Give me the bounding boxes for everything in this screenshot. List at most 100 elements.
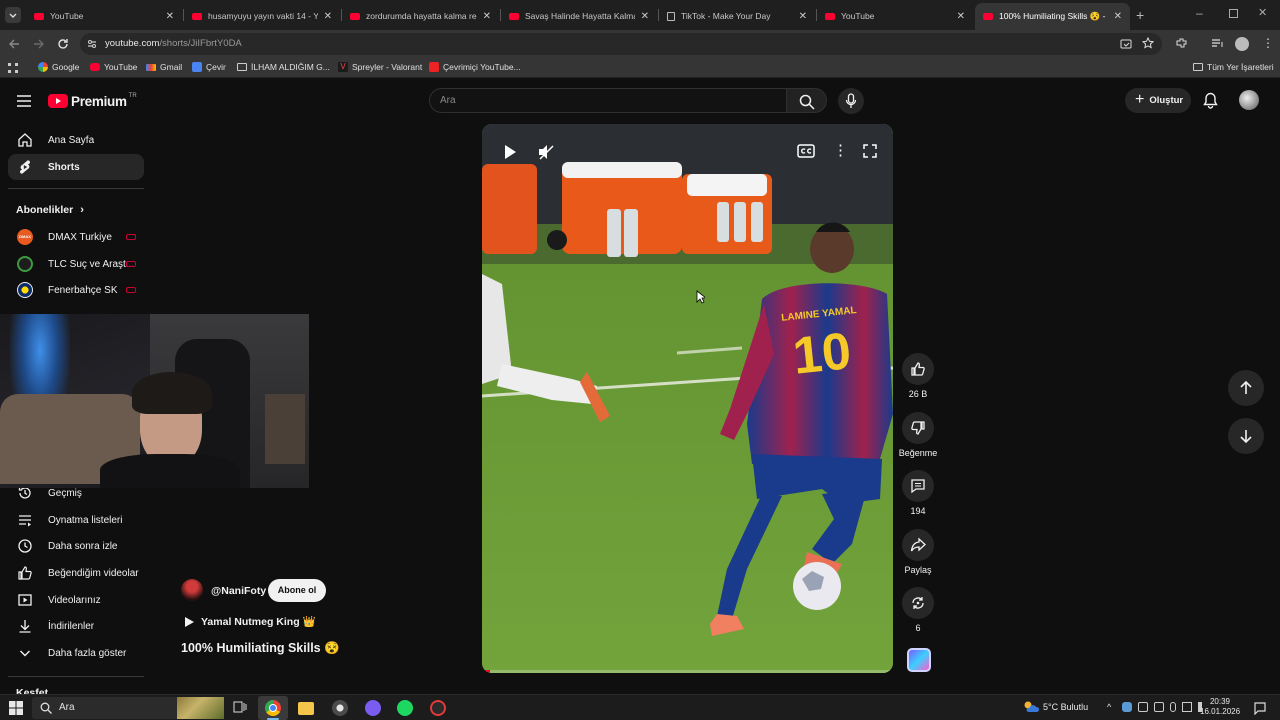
tab-search-button[interactable] <box>5 7 21 23</box>
sidebar-subscription-fenerbahce[interactable]: Fenerbahçe SK <box>8 277 144 303</box>
next-short-button[interactable] <box>1228 418 1264 454</box>
show-hidden-icons[interactable]: ^ <box>1107 702 1111 712</box>
channel-avatar[interactable] <box>181 579 203 601</box>
clock[interactable]: 20:39 16.01.2026 <box>1200 697 1240 717</box>
notifications-bell-icon[interactable] <box>1203 92 1218 109</box>
create-button[interactable]: + Oluştur <box>1125 88 1191 113</box>
close-window-button[interactable]: ✕ <box>1258 6 1267 19</box>
search-highlight-image <box>177 697 224 719</box>
youtube-icon <box>509 12 519 20</box>
chevron-down-icon <box>20 650 30 657</box>
sidebar-subscription-tlc[interactable]: TLC Suç ve Araşt... <box>8 251 144 277</box>
cast-icon[interactable] <box>1120 38 1132 50</box>
voice-search-button[interactable] <box>838 88 864 114</box>
sidebar-item-your-videos[interactable]: Videolarınız <box>8 587 144 613</box>
browser-tab[interactable]: TikTok - Make Your Day ✕ <box>659 4 815 28</box>
close-tab-icon[interactable]: ✕ <box>799 11 807 22</box>
close-tab-icon[interactable]: ✕ <box>483 11 491 22</box>
sidebar-subscription-dmax[interactable]: DMAX DMAX Turkiye <box>8 224 144 250</box>
reload-icon[interactable] <box>55 36 71 52</box>
youtube-icon <box>192 12 202 20</box>
windows-start-icon[interactable] <box>9 701 25 717</box>
all-bookmarks[interactable]: Tüm Yer İşaretleri <box>1193 62 1274 72</box>
maximize-button[interactable] <box>1229 9 1238 18</box>
discord-icon[interactable] <box>365 700 381 716</box>
more-options-icon[interactable]: ⋮ <box>833 141 848 159</box>
account-avatar[interactable] <box>1239 90 1259 110</box>
search-button[interactable] <box>786 88 827 113</box>
microphone-icon <box>1170 702 1176 712</box>
browser-tab-active[interactable]: 100% Humiliating Skills 😵 - Yo ✕ <box>975 3 1130 30</box>
app-icon[interactable] <box>332 700 348 716</box>
comments-button[interactable] <box>902 470 934 502</box>
sidebar-item-playlists[interactable]: Oynatma listeleri <box>8 507 144 533</box>
youtube-premium-logo[interactable]: Premium TR <box>48 93 137 109</box>
browser-menu-icon[interactable]: ⋮ <box>1262 36 1274 50</box>
fullscreen-icon[interactable] <box>862 143 878 159</box>
site-info-icon[interactable] <box>86 38 98 50</box>
sidebar-item-liked-videos[interactable]: Beğendiğim videolar <box>8 560 144 586</box>
subscriptions-heading[interactable]: Abonelikler › <box>16 204 84 216</box>
close-tab-icon[interactable]: ✕ <box>641 11 649 22</box>
new-tab-button[interactable]: + <box>1136 7 1144 23</box>
sidebar-item-shorts[interactable]: Shorts <box>8 154 144 180</box>
close-tab-icon[interactable]: ✕ <box>957 11 965 22</box>
bookmark-youtube-downloader[interactable]: Çevrimiçi YouTube... <box>429 62 521 72</box>
address-bar[interactable] <box>80 33 1162 55</box>
shorts-video-player[interactable]: LAMINE YAMAL 10 ⋮ <box>482 124 893 673</box>
bookmark-valorant[interactable]: V Spreyler - Valorant <box>338 62 422 72</box>
share-button[interactable] <box>902 529 934 561</box>
notification-center-icon[interactable] <box>1253 701 1267 715</box>
browser-tab[interactable]: zordurumda hayatta kalma reh ✕ <box>342 4 499 28</box>
hamburger-menu-icon[interactable] <box>16 94 32 108</box>
taskbar-search[interactable]: Ara <box>32 697 224 719</box>
bookmark-gmail[interactable]: Gmail <box>146 62 182 72</box>
weather-text[interactable]: 5°C Bulutlu <box>1043 702 1088 712</box>
url-text[interactable]: youtube.com/shorts/JiIFbrtY0DA <box>105 38 242 49</box>
apps-grid-icon[interactable] <box>8 63 18 73</box>
bookmark-folder[interactable]: İLHAM ALDIĞIM G... <box>237 62 330 72</box>
tray-icons[interactable] <box>1122 702 1208 712</box>
youtube-icon <box>825 12 835 20</box>
sound-thumbnail[interactable] <box>907 648 931 672</box>
profile-avatar[interactable] <box>1235 37 1249 51</box>
play-icon[interactable] <box>502 143 518 161</box>
dislike-button[interactable] <box>902 412 934 444</box>
like-button[interactable] <box>902 353 934 385</box>
bookmark-translate[interactable]: Çevir <box>192 62 226 72</box>
back-icon[interactable] <box>7 37 23 51</box>
close-tab-icon[interactable]: ✕ <box>1114 11 1122 22</box>
bookmark-youtube[interactable]: YouTube <box>90 62 137 72</box>
previous-short-button[interactable] <box>1228 370 1264 406</box>
browser-tab[interactable]: YouTube ✕ <box>26 4 182 28</box>
minimize-button[interactable]: – <box>1196 6 1203 20</box>
browser-tab[interactable]: Savaş Halinde Hayatta Kalma Te✕ <box>501 4 657 28</box>
spotify-icon[interactable] <box>397 700 413 716</box>
subscribe-button[interactable]: Abone ol <box>268 579 326 602</box>
channel-handle[interactable]: @NaniFoty <box>211 585 266 597</box>
closed-captions-icon[interactable] <box>797 143 815 159</box>
mute-icon[interactable] <box>537 143 555 161</box>
search-input[interactable]: Ara <box>429 88 787 113</box>
extensions-icon[interactable] <box>1175 37 1188 50</box>
browser-tab[interactable]: husamyuyu yayın vakti 14 - You ✕ <box>184 4 340 28</box>
sidebar-item-home[interactable]: Ana Sayfa <box>8 127 144 153</box>
task-view-icon[interactable] <box>233 700 249 716</box>
taskbar-chrome-active[interactable] <box>258 696 288 720</box>
close-tab-icon[interactable]: ✕ <box>324 11 332 22</box>
browser-tab[interactable]: YouTube ✕ <box>817 4 973 28</box>
sidebar-item-watch-later[interactable]: Daha sonra izle <box>8 533 144 559</box>
playlist-link[interactable]: Yamal Nutmeg King 👑 <box>183 615 316 628</box>
sidebar-item-downloads[interactable]: İndirilenler <box>8 613 144 639</box>
bookmark-google[interactable]: Google <box>38 62 79 72</box>
file-explorer-icon[interactable] <box>298 702 314 715</box>
folder-icon <box>237 63 247 71</box>
media-control-icon[interactable] <box>1211 38 1224 50</box>
remix-button[interactable] <box>902 587 934 619</box>
obs-icon[interactable] <box>430 700 446 716</box>
forward-icon[interactable] <box>31 37 47 51</box>
close-tab-icon[interactable]: ✕ <box>166 11 174 22</box>
video-progress-bar[interactable] <box>482 670 893 673</box>
bookmark-star-icon[interactable] <box>1142 37 1154 49</box>
sidebar-show-more[interactable]: Daha fazla göster <box>8 640 144 666</box>
